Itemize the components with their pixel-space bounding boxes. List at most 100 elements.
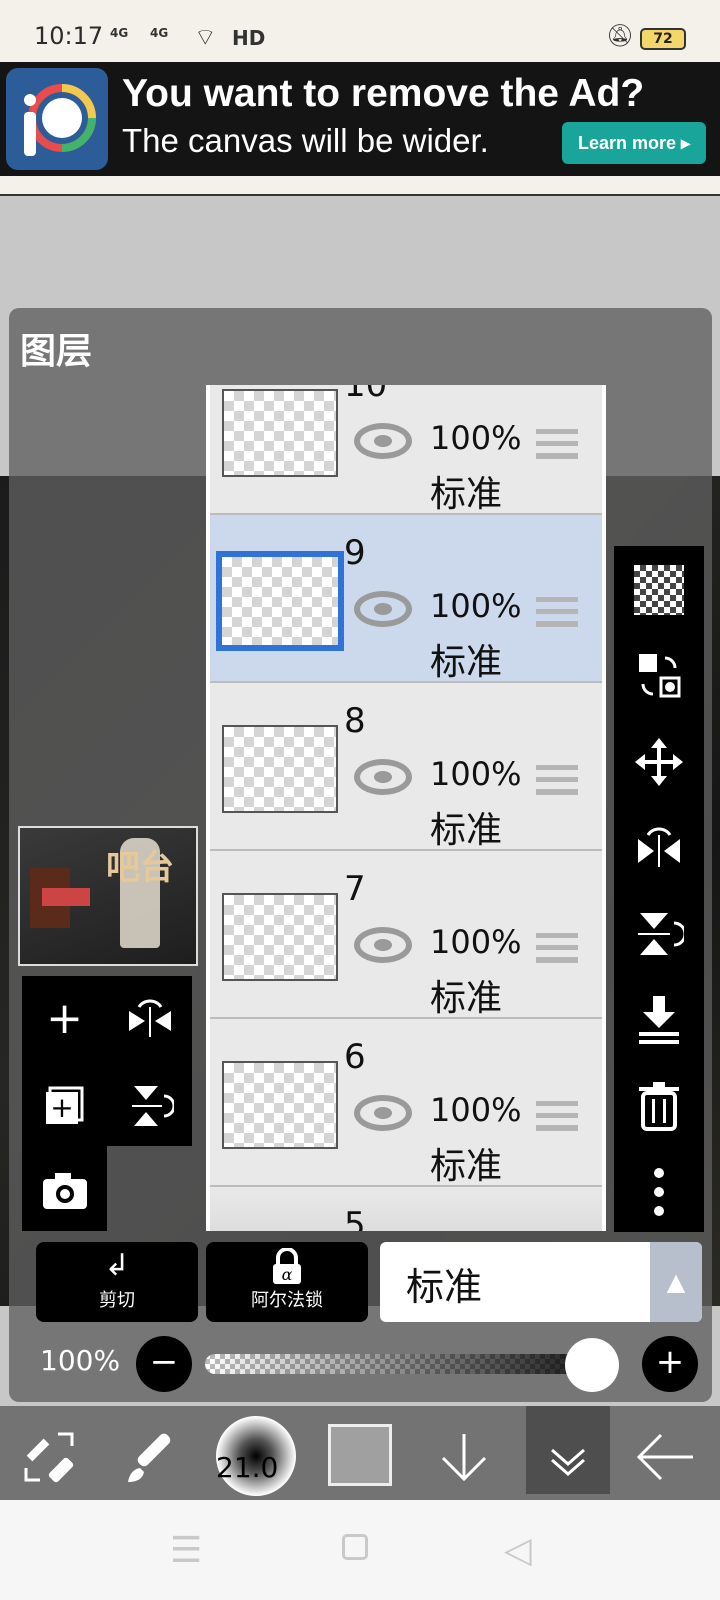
drag-handle-icon[interactable] [536,933,578,963]
swap-layer-icon [639,654,681,698]
drag-handle-icon[interactable] [536,765,578,795]
dropdown-arrow-icon[interactable]: ▲ [650,1242,702,1322]
drag-handle-icon[interactable] [536,429,578,459]
layer-blend-mode: 标准 [430,642,503,683]
layer-number: 9 [344,533,366,573]
eye-icon[interactable] [354,927,412,963]
network-label: HD [232,26,266,50]
add-layer-button[interactable]: + [22,976,107,1061]
alpha-lock-button[interactable]: α 阿尔法锁 [206,1242,368,1322]
more-options-button[interactable] [614,1148,704,1232]
layer-panel-toggle-button[interactable] [526,1406,610,1494]
layer-row[interactable]: 8 100% 标准 [210,683,602,851]
layer-row[interactable]: 7 100% 标准 [210,851,602,1019]
layer-actions-right [614,546,704,1232]
layer-blend-mode: 标准 [430,810,503,851]
brush-size-button[interactable]: 21.0 [216,1416,296,1496]
plus-icon: + [46,993,83,1044]
duplicate-layer-icon: + [45,1086,83,1124]
main-toolbar: 21.0 [0,1406,720,1500]
brush-eraser-switch-icon [24,1432,74,1482]
layer-thumbnail[interactable] [216,551,344,651]
move-button[interactable] [614,718,704,802]
flip-vertical-icon [638,913,687,955]
blend-mode-value: 标准 [406,1265,483,1309]
opacity-decrease-button[interactable]: − [136,1336,192,1392]
ad-subtitle: The canvas will be wider. [122,122,489,159]
layer-thumbnail[interactable] [222,389,338,477]
layer-thumbnail[interactable] [222,725,338,813]
thumbnail-sign-text: 吧台 [106,848,174,888]
status-bar: 10:17 4G 4G ⌔ HD 🔕︎ 72 [0,0,720,62]
layer-blend-mode: 标准 [430,1146,503,1187]
ad-title: You want to remove the Ad? [122,72,645,115]
layer-row[interactable]: 6 100% 标准 [210,1019,602,1187]
layer-opacity: 100% [430,587,522,625]
status-time: 10:17 [34,22,104,50]
swap-layer-button[interactable] [614,632,704,716]
layer-row-selected[interactable]: 9 100% 标准 [210,515,602,683]
flip-vertical-button[interactable] [107,1061,192,1146]
layer-opacity: 100% [430,923,522,961]
svg-text:α: α [282,1265,293,1284]
layer-row[interactable]: 10 100% 标准 [210,385,602,515]
back-button[interactable] [620,1406,710,1500]
checker-icon [634,565,684,615]
recent-apps-button[interactable]: ☰ [170,1530,202,1571]
thumbnail-counter [42,888,90,906]
layer-number: 10 [344,385,388,405]
flip-horizontal-button[interactable] [614,804,704,888]
camera-icon [42,1173,87,1209]
drag-handle-icon[interactable] [536,1101,578,1131]
layer-thumbnail[interactable] [222,1061,338,1149]
delete-layer-button[interactable] [614,1062,704,1146]
flip-horizontal-icon [638,827,680,867]
blend-mode-select[interactable]: 标准 ▲ [380,1242,702,1322]
layer-row-partial[interactable]: 5 [210,1187,602,1231]
brush-tool-button[interactable] [118,1406,188,1500]
alpha-lock-label: 阿尔法锁 [251,1290,323,1311]
down-arrow-button[interactable] [424,1406,504,1500]
flip-horizontal-button[interactable] [107,976,192,1061]
drag-handle-icon[interactable] [536,597,578,627]
transparency-button[interactable] [614,546,704,630]
home-button[interactable] [342,1534,368,1560]
merge-down-button[interactable] [614,976,704,1060]
opacity-slider-handle[interactable] [565,1338,619,1392]
opacity-slider[interactable] [205,1354,617,1374]
layer-blend-mode: 标准 [430,978,503,1019]
duplicate-layer-button[interactable]: + [22,1061,107,1146]
flip-horizontal-icon [128,999,171,1037]
color-swatch-button[interactable] [328,1424,392,1486]
eye-icon[interactable] [354,591,412,627]
flip-vertical-button[interactable] [614,890,704,974]
layer-opacity: 100% [430,755,522,793]
learn-more-button[interactable]: Learn more ▸ [562,122,706,164]
canvas-thumbnail[interactable]: 吧台 [18,826,198,966]
layer-thumbnail[interactable] [222,893,338,981]
tool-switch-button[interactable] [14,1406,84,1500]
arrow-left-icon [636,1433,693,1480]
layer-opacity: 100% [430,419,522,457]
layer-number: 6 [344,1037,366,1077]
layer-list[interactable]: 10 100% 标准 9 100% 标准 8 100% 标准 7 100% 标准… [206,385,606,1231]
layer-actions-left: + + [22,976,192,1232]
panel-title: 图层 [20,331,93,372]
ad-banner[interactable]: You want to remove the Ad? The canvas wi… [0,62,720,176]
eye-icon[interactable] [354,423,412,459]
layer-opacity: 100% [430,1091,522,1129]
brush-icon [128,1433,171,1482]
camera-button[interactable] [22,1146,107,1231]
eye-icon[interactable] [354,1095,412,1131]
lock-icon: α [206,1242,368,1286]
wifi-icon: ⌔ [194,23,217,51]
move-icon [635,738,683,786]
merge-down-icon [639,996,679,1044]
app-logo-icon [6,68,108,170]
back-nav-button[interactable]: ◁ [504,1530,532,1571]
opacity-value: 100% [40,1344,121,1377]
layer-blend-mode: 标准 [430,474,503,515]
clip-button[interactable]: ↲ 剪切 [36,1242,198,1322]
eye-icon[interactable] [354,759,412,795]
opacity-increase-button[interactable]: + [642,1336,698,1392]
